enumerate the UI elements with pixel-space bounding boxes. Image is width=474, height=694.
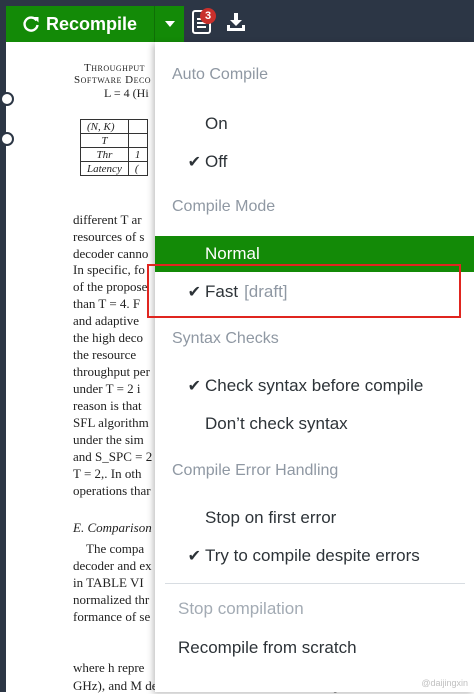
menu-item-label: Try to compile despite errors (205, 546, 420, 565)
download-pdf-button[interactable] (226, 12, 248, 34)
pdf-body-line: throughput per (73, 364, 150, 379)
table-cell: Thr (80, 147, 129, 162)
pdf-title-line: L = 4 (Hi (104, 86, 149, 100)
pdf-title-line: Throughput (84, 62, 146, 74)
pdf-body-line: decoder and ex (73, 558, 152, 573)
menu-item-label: On (205, 114, 228, 133)
pdf-body-line: the resource (73, 347, 137, 362)
watermark-text: @daijingxin (421, 678, 468, 688)
table-cell: (N, K) (80, 119, 129, 134)
menu-header-error-handling: Compile Error Handling (172, 462, 339, 479)
pdf-section-heading: E. Comparison (73, 520, 152, 535)
pdf-body-line: in TABLE VI (73, 575, 144, 590)
pdf-body-line: reason is that (73, 398, 142, 413)
menu-header-compile-mode: Compile Mode (172, 198, 276, 215)
menu-item-try-compile-despite-errors[interactable]: ✔ Try to compile despite errors (155, 538, 474, 574)
pdf-body-line: than T = 4. F (73, 296, 141, 311)
menu-item-auto-compile-on[interactable]: On (155, 106, 474, 142)
pdf-body-line: resources of s (73, 229, 145, 244)
pdf-body-line: the high deco (73, 330, 144, 345)
caret-down-icon (164, 21, 175, 27)
menu-item-label: Check syntax before compile (205, 376, 424, 395)
pdf-body-line: and adaptive (73, 313, 140, 328)
check-icon: ✔ (187, 378, 201, 395)
menu-item-stop-compilation[interactable]: Stop compilation (155, 591, 474, 627)
menu-header-syntax-checks: Syntax Checks (172, 330, 279, 347)
menu-item-label: Normal (205, 244, 260, 263)
menu-divider (165, 583, 465, 584)
pdf-body-line: operations thar (73, 483, 151, 498)
menu-item-dont-check-syntax[interactable]: Don’t check syntax (155, 406, 474, 442)
pdf-body-line: The compa (86, 541, 145, 556)
check-icon: ✔ (187, 154, 201, 171)
menu-item-recompile-from-scratch[interactable]: Recompile from scratch (155, 630, 474, 666)
log-count-badge: 3 (200, 8, 217, 24)
pdf-body-line: where h repre (73, 660, 145, 675)
menu-item-label: Recompile from scratch (178, 638, 357, 657)
menu-item-label: Stop on first error (205, 508, 337, 527)
pdf-toolbar: Recompile 3 (0, 0, 474, 42)
recompile-options-toggle[interactable] (154, 6, 184, 42)
refresh-icon (23, 16, 39, 32)
table-cell: 1 (127, 147, 148, 162)
menu-header-auto-compile: Auto Compile (172, 66, 269, 83)
menu-item-check-syntax[interactable]: ✔ Check syntax before compile (155, 368, 474, 404)
annotation-highlight-box (147, 264, 461, 318)
pdf-body-line: decoder canno (73, 246, 149, 261)
pdf-table: (N, K) T Thr 1 Latency( (80, 119, 148, 176)
pdf-body-line: T = 2,. In oth (73, 466, 142, 481)
pdf-body-line: under T = 2 i (73, 381, 141, 396)
menu-item-label: Don’t check syntax (205, 414, 348, 433)
table-cell (127, 133, 148, 148)
table-cell (127, 119, 148, 134)
pdf-title-line: Software Deco (74, 74, 152, 86)
check-icon: ✔ (187, 548, 201, 565)
menu-item-label: Stop compilation (178, 599, 304, 618)
menu-item-label: Off (205, 152, 228, 171)
download-icon (227, 13, 245, 31)
menu-item-stop-on-first-error[interactable]: Stop on first error (155, 500, 474, 536)
pdf-body-line: formance of se (73, 609, 151, 624)
pdf-body-line: normalized thr (73, 592, 150, 607)
pdf-body-line: under the sim (73, 432, 144, 447)
pdf-body-line: different T ar (73, 212, 142, 227)
menu-item-auto-compile-off[interactable]: ✔ Off (155, 144, 474, 180)
pdf-body-line: and S_SPC = 2 (73, 449, 153, 464)
recompile-options-menu: Auto Compile On ✔ Off Compile Mode Norma… (155, 42, 474, 692)
recompile-label: Recompile (46, 13, 138, 34)
recompile-button[interactable]: Recompile (6, 6, 154, 42)
table-cell: ( (127, 161, 148, 176)
pdf-body-line: SFL algorithm (73, 415, 149, 430)
pdf-body-line: of the propose (73, 279, 148, 294)
table-cell: Latency (80, 161, 129, 176)
pdf-body-line: In specific, fo (73, 262, 145, 277)
table-cell: T (80, 133, 129, 148)
